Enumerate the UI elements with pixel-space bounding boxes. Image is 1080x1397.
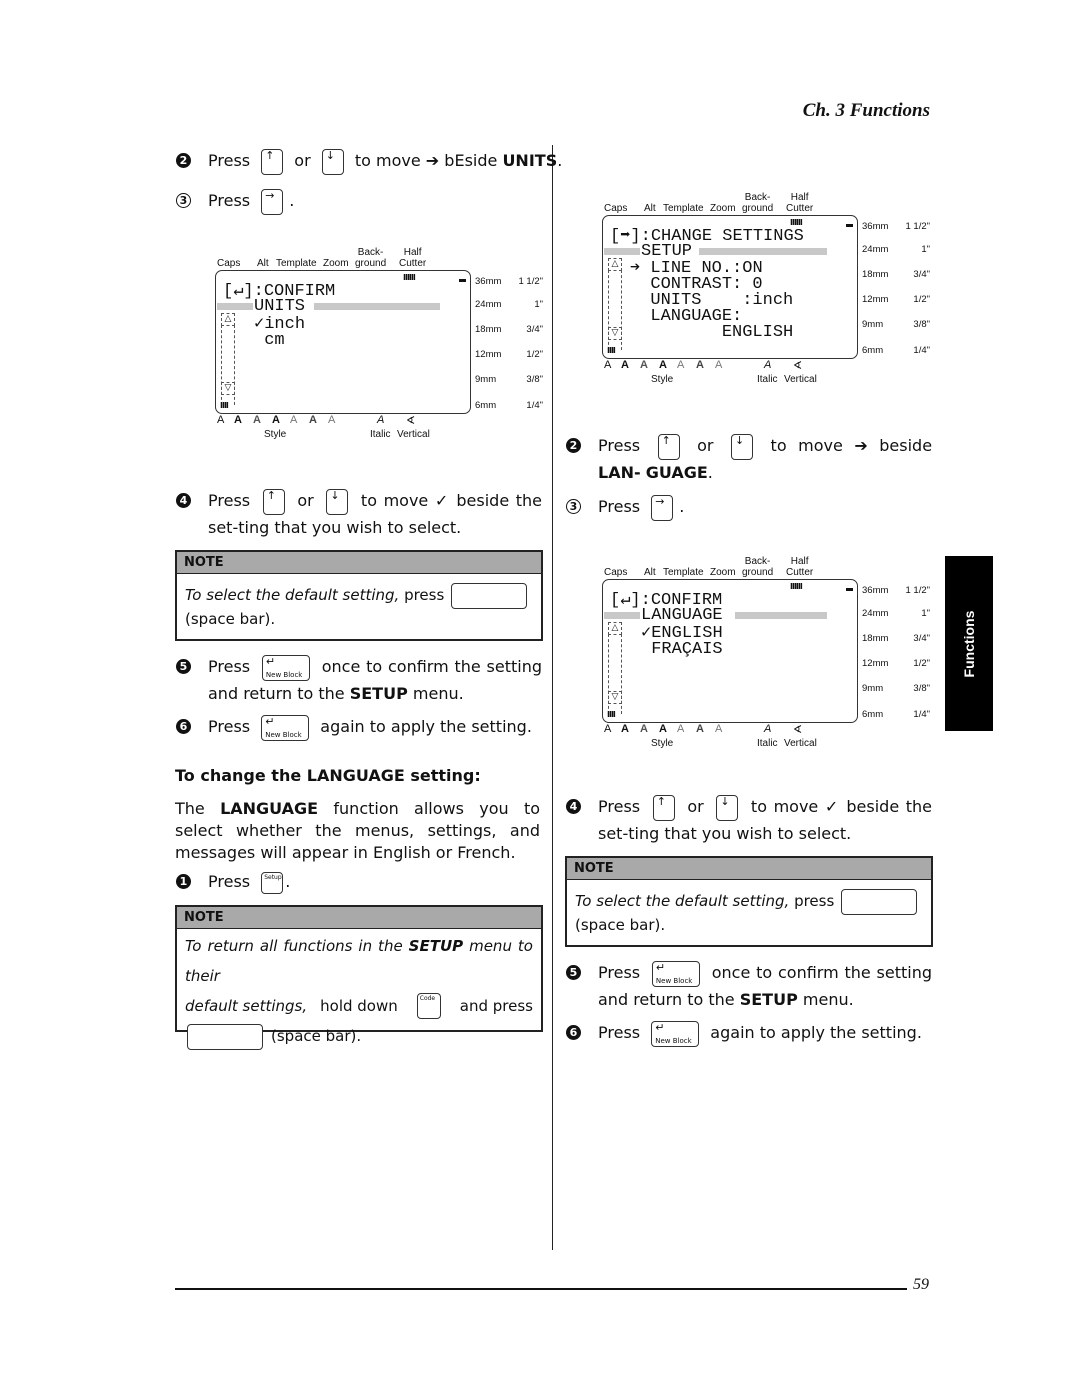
lcd-display-language: Caps Alt Template Zoom Back- ground Half… xyxy=(602,556,930,749)
right-step-3: 3 Press →. xyxy=(566,494,684,521)
lcd-title: [➡]:CHANGE SETTINGS xyxy=(610,227,804,246)
step-number: 5 xyxy=(566,965,581,980)
cursor-up-key: ↑ xyxy=(652,794,675,821)
chapter-header: Ch. 3 Functions xyxy=(802,100,930,121)
space-bar-key xyxy=(187,1023,263,1050)
arrow-icon: ➔ xyxy=(854,436,868,455)
lcd-section: LANGUAGE xyxy=(641,606,723,625)
lcd-display-setup: Caps Alt Template Zoom Back- ground Half… xyxy=(602,192,930,385)
code-key: Code xyxy=(416,993,441,1019)
space-bar-key xyxy=(841,889,917,915)
step-number: 6 xyxy=(176,719,191,734)
step-number: 4 xyxy=(566,799,581,814)
note-box: NOTE To return all functions in the SETU… xyxy=(175,905,543,1050)
lcd-item: cm xyxy=(254,331,285,350)
left-step-1: 1 Press Setup. xyxy=(176,869,290,895)
down-arrow-icon: ↓ xyxy=(325,148,335,162)
chapter-side-tab: Functions xyxy=(945,556,993,731)
up-arrow-icon: ↑ xyxy=(265,148,275,162)
section-heading: To change the LANGUAGE setting: xyxy=(175,766,481,785)
right-step-6: 6 Press ↵ New Block again to apply the se… xyxy=(566,1020,922,1047)
space-bar-key xyxy=(451,583,527,609)
setup-key: Setup xyxy=(261,871,284,894)
lcd-screen: IIIIII [↵]:CONFIRM UNITS △ ▽ ✓inch cm II… xyxy=(215,270,471,414)
cursor-down-key: ↓ xyxy=(321,148,344,175)
step-number: 1 xyxy=(176,874,191,889)
page-number: 59 xyxy=(913,1276,929,1293)
step-number: 3 xyxy=(566,499,581,514)
note-box: NOTE To select the default setting, pres… xyxy=(175,550,543,641)
lcd-display-units: Caps Alt Template Zoom Back- ground Half… xyxy=(215,243,555,443)
lcd-screen: IIIIII [➡]:CHANGE SETTINGS SETUP △ ▽ ➔ L… xyxy=(602,215,858,359)
right-step-5: 5 Press ↵ New Block once to confirm the s… xyxy=(566,960,932,1013)
step-number: 6 xyxy=(566,1025,581,1040)
cursor-down-key: ↓ xyxy=(731,433,754,460)
right-step-4: 4 Press ↑ or ↓ to move ✓ beside the set-… xyxy=(566,794,932,847)
language-description: The LANGUAGE function allows you to sele… xyxy=(175,799,540,862)
note-box: NOTE To select the default setting, pres… xyxy=(565,856,933,947)
cursor-right-key: → xyxy=(261,188,284,215)
cursor-up-key: ↑ xyxy=(657,433,680,460)
footer-rule xyxy=(175,1288,907,1290)
left-step-4: 4 Press ↑ or ↓ to move ✓ beside the set-… xyxy=(176,488,542,541)
lcd-section: SETUP xyxy=(641,242,693,261)
left-step-6: 6 Press ↵ New Block again to apply the se… xyxy=(176,714,532,741)
left-step-3: 3 Press →. xyxy=(176,188,294,215)
new-block-key: ↵ New Block xyxy=(261,654,310,681)
lcd-section: UNITS xyxy=(254,297,306,316)
lcd-item: FRAÇAIS xyxy=(641,640,723,659)
step-number: 5 xyxy=(176,659,191,674)
step-number: 2 xyxy=(176,153,191,168)
step-number: 4 xyxy=(176,493,191,508)
lcd-item: ENGLISH xyxy=(630,323,794,342)
cursor-down-key: ↓ xyxy=(716,794,739,821)
new-block-key: ↵ New Block xyxy=(651,960,700,987)
scroll-down-icon: ▽ xyxy=(608,691,622,704)
cursor-up-key: ↑ xyxy=(261,148,284,175)
right-step-2: 2 Press ↑ or ↓ to move ➔ beside LAN- GUA… xyxy=(566,433,932,486)
scroll-down-icon: ▽ xyxy=(608,327,622,340)
arrow-icon: ➔ xyxy=(425,151,440,170)
right-arrow-icon: → xyxy=(265,188,275,202)
step-number: 3 xyxy=(176,193,191,208)
scroll-down-icon: ▽ xyxy=(221,382,235,395)
step-number: 2 xyxy=(566,438,581,453)
lcd-screen: IIIIII [↵]:CONFIRM LANGUAGE △ ▽ ✓ENGLISH… xyxy=(602,579,858,723)
new-block-key: ↵ New Block xyxy=(261,714,310,741)
new-block-key: ↵ New Block xyxy=(651,1020,700,1047)
cursor-up-key: ↑ xyxy=(262,488,285,515)
cursor-down-key: ↓ xyxy=(326,488,349,515)
cursor-right-key: → xyxy=(651,494,674,521)
right-arrow-icon: → xyxy=(655,494,665,508)
left-step-2: 2 Press ↑ or ↓ to move ➔ bEside UNITS. xyxy=(176,148,562,175)
lcd-indicator-labels: Caps Alt Template Zoom Back- ground Half… xyxy=(217,247,427,269)
left-step-5: 5 Press ↵ New Block once to confirm the s… xyxy=(176,654,542,707)
